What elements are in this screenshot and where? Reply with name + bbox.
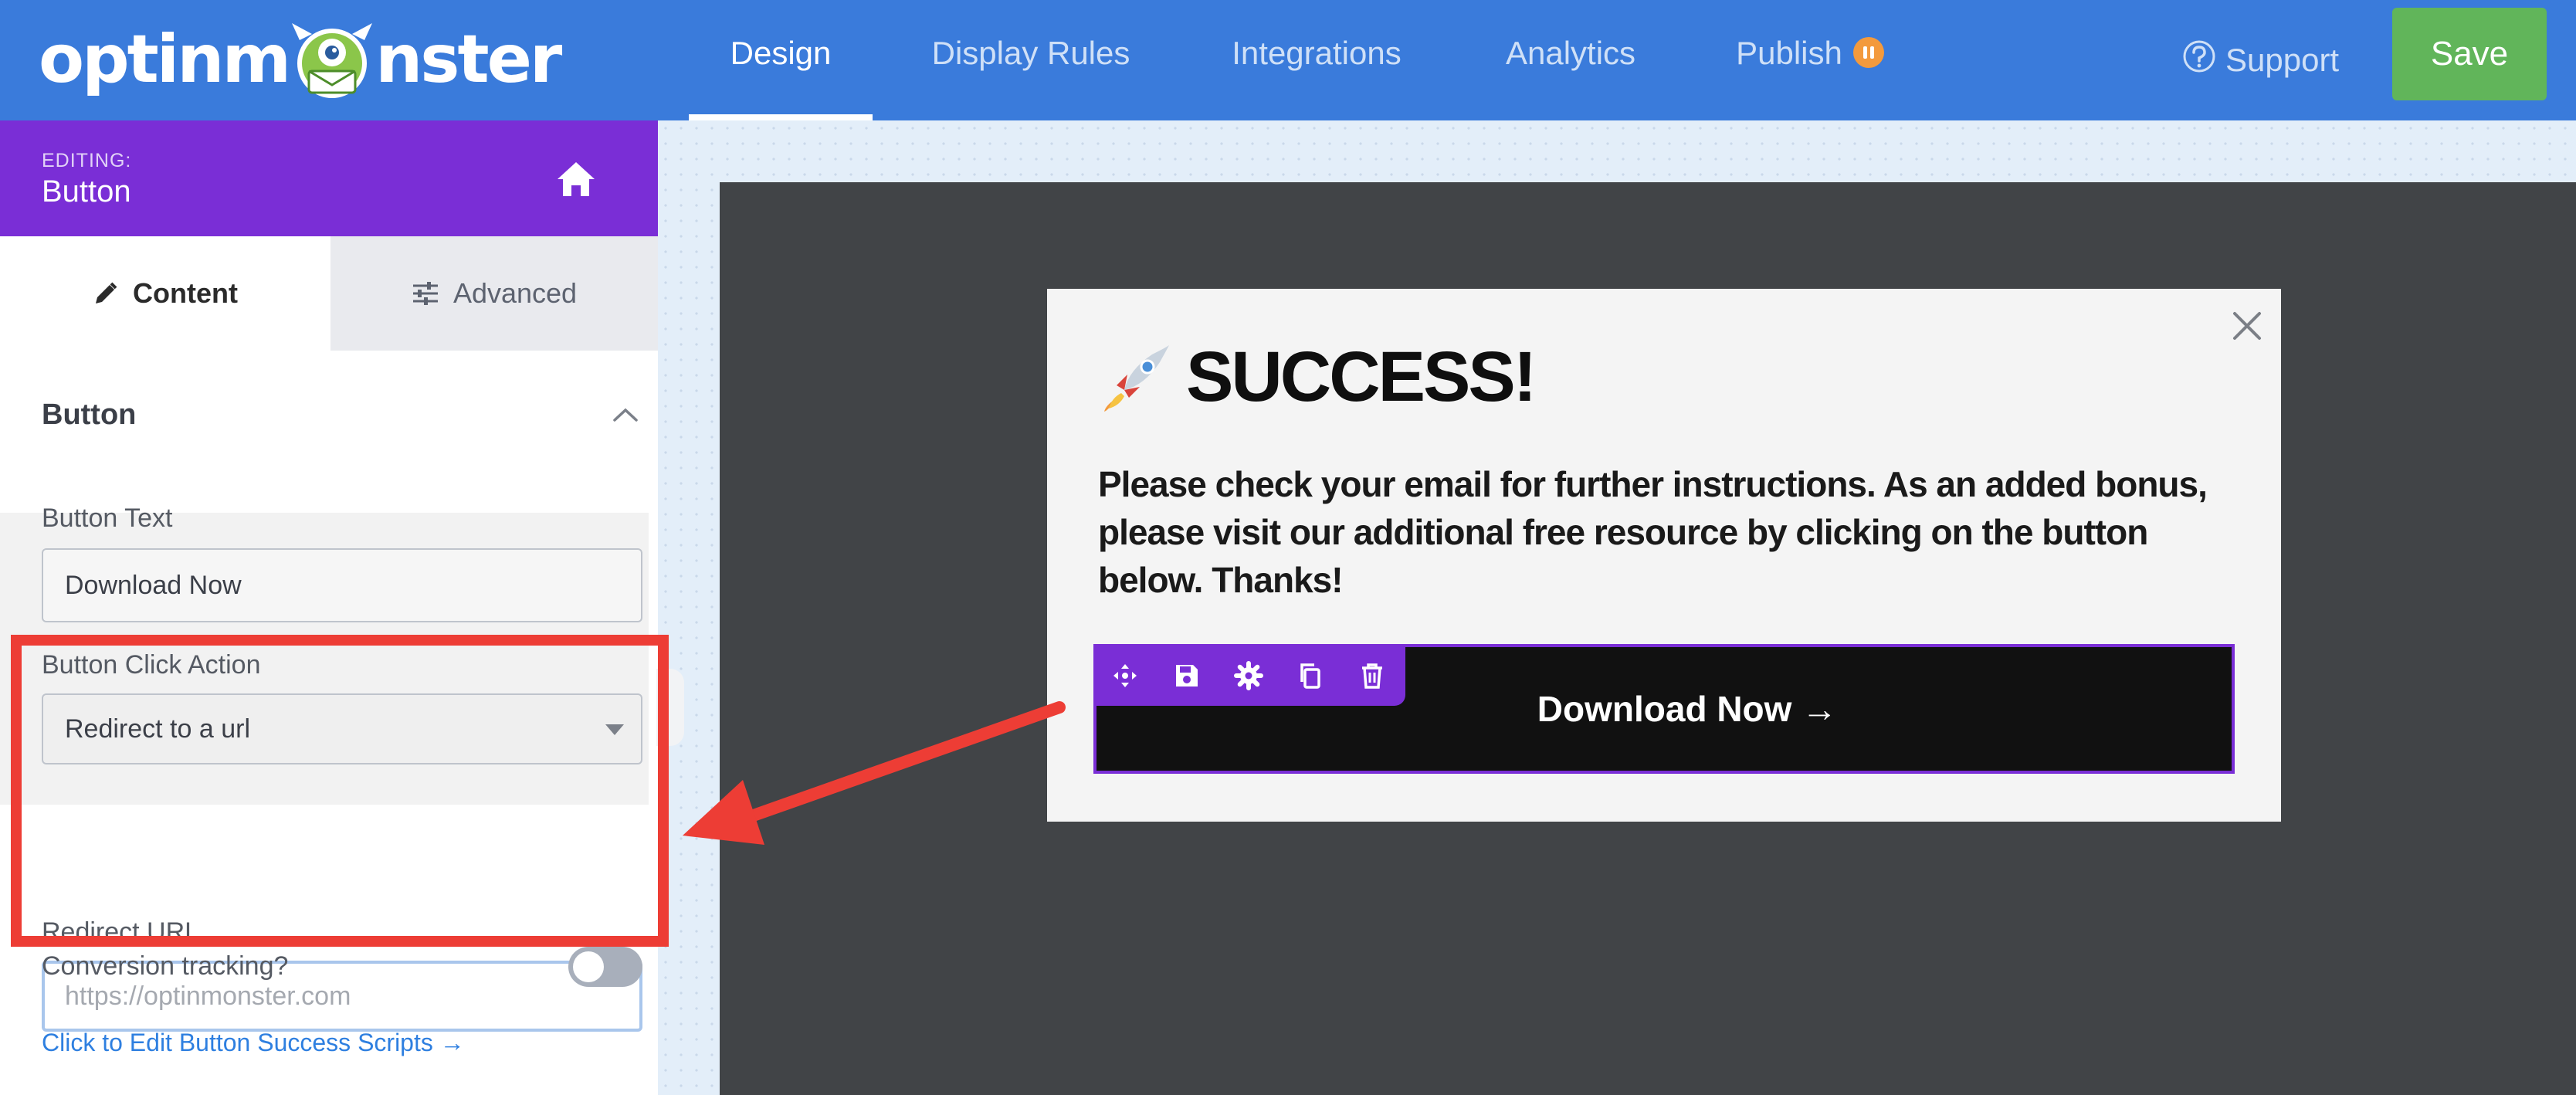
- tab-content[interactable]: Content: [0, 236, 330, 351]
- editing-header: EDITING: Button: [0, 120, 658, 236]
- conversion-tracking-toggle[interactable]: [568, 947, 642, 987]
- optinmonster-logo[interactable]: optinm nster: [39, 17, 562, 102]
- tab-label: Advanced: [452, 277, 578, 309]
- popup-body-text: Please check your email for further inst…: [1098, 464, 2208, 600]
- copy-icon[interactable]: [1296, 661, 1325, 690]
- success-popup: SUCCESS! Please check your email for fur…: [1047, 289, 2281, 822]
- close-icon[interactable]: [2229, 307, 2266, 344]
- tab-label: Content: [133, 277, 238, 309]
- save-button[interactable]: Save: [2392, 8, 2547, 100]
- top-navigation-bar: optinm nster Design Display Rules Integr…: [0, 0, 2576, 120]
- support-link[interactable]: Support: [2182, 0, 2339, 120]
- home-icon[interactable]: [554, 158, 598, 201]
- move-icon[interactable]: [1110, 661, 1140, 690]
- active-tab-underline: [689, 114, 873, 120]
- nav-tab-label: Analytics: [1505, 35, 1636, 71]
- nav-tab-design[interactable]: Design: [689, 0, 873, 120]
- caret-down-icon: [605, 724, 624, 735]
- pencil-icon: [96, 282, 117, 303]
- sliders-icon: [412, 282, 438, 305]
- click-action-value: Redirect to a url: [65, 714, 250, 744]
- element-toolbar: [1093, 646, 1405, 706]
- redirect-url-label: Redirect URL: [42, 917, 200, 947]
- logo-text-left: optinm: [39, 21, 291, 98]
- editor-sidebar: EDITING: Button Content Advanced Button: [0, 120, 658, 1095]
- nav-tab-integrations[interactable]: Integrations: [1220, 0, 1413, 120]
- content-panel: Button Button Text Button Click Action R…: [0, 351, 658, 1095]
- support-label: Support: [2225, 42, 2340, 78]
- nav-tab-label: Display Rules: [931, 35, 1130, 71]
- chevron-up-icon[interactable]: [612, 406, 639, 423]
- conversion-tracking-label: Conversion tracking?: [42, 951, 289, 981]
- rocket-icon: [1104, 344, 1169, 412]
- cta-label: Download Now →: [1537, 689, 1838, 729]
- nav-tab-analytics[interactable]: Analytics: [1493, 0, 1648, 120]
- button-text-label: Button Text: [42, 503, 173, 533]
- button-text-input[interactable]: [42, 548, 642, 622]
- gear-icon[interactable]: [1234, 661, 1263, 690]
- nav-tab-label: Publish: [1736, 35, 1842, 71]
- editing-title: Button: [42, 175, 131, 208]
- save-icon[interactable]: [1172, 661, 1202, 690]
- nav-tab-publish[interactable]: Publish: [1725, 0, 1895, 120]
- click-action-label: Button Click Action: [42, 650, 261, 680]
- nav-tab-label: Design: [730, 35, 832, 71]
- sidebar-collapse-handle[interactable]: [656, 669, 684, 746]
- monster-mascot-icon: [292, 23, 373, 98]
- popup-title: SUCCESS!: [1098, 337, 1537, 418]
- sidebar-tabs: Content Advanced: [0, 236, 658, 351]
- editing-label: EDITING:: [42, 150, 132, 171]
- section-title-button: Button: [42, 398, 137, 431]
- tab-advanced[interactable]: Advanced: [330, 236, 658, 351]
- nav-tab-display-rules[interactable]: Display Rules: [919, 0, 1143, 120]
- popup-title-text: SUCCESS!: [1186, 337, 1537, 416]
- trash-icon[interactable]: [1357, 661, 1387, 690]
- edit-success-scripts-link[interactable]: Click to Edit Button Success Scripts →: [42, 1029, 465, 1057]
- logo-text-right: nster: [375, 21, 562, 98]
- nav-tab-label: Integrations: [1232, 35, 1402, 71]
- pause-icon: [1852, 36, 1884, 68]
- toggle-knob: [573, 951, 604, 982]
- click-action-select[interactable]: Redirect to a url: [42, 693, 642, 764]
- help-circle-icon: [2183, 40, 2215, 73]
